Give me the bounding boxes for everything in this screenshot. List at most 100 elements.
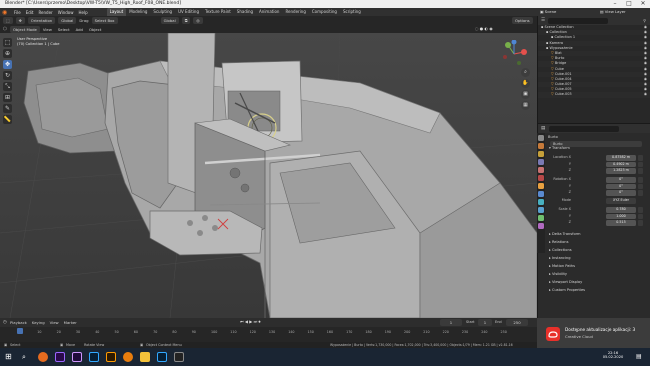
snap-icon[interactable]: ⧉ — [181, 17, 191, 24]
tab-rendering[interactable]: Rendering — [282, 8, 308, 16]
menu-file[interactable]: File — [14, 10, 21, 15]
after-effects-icon[interactable] — [72, 352, 82, 362]
outliner-editor-icon[interactable]: ☰ — [541, 18, 545, 23]
tab-scripting[interactable]: Scripting — [340, 8, 364, 16]
lock-icon[interactable] — [638, 213, 643, 219]
lock-icon[interactable] — [638, 190, 643, 196]
delta-transform-section[interactable]: ▸ Delta Transform — [549, 232, 581, 236]
view-layer-tab-icon[interactable] — [538, 159, 544, 165]
illustrator-icon[interactable] — [106, 352, 116, 362]
timeline-editor-icon[interactable]: ◷ — [3, 320, 7, 325]
view-layer-selector[interactable]: ▤ View Layer — [600, 9, 626, 14]
modifiers-tab-icon[interactable] — [538, 191, 544, 197]
windows-start-icon[interactable]: ⊞ — [5, 352, 15, 362]
tab-sculpting[interactable]: Sculpting — [150, 8, 175, 16]
collections-section[interactable]: ▸ Collections — [549, 248, 572, 252]
outliner-row[interactable]: ▽ Cube.003 ◉ — [538, 92, 650, 98]
viewport-display-section[interactable]: ▸ Viewport Display — [549, 280, 582, 284]
measure-tool-icon[interactable]: 📏 — [3, 115, 12, 124]
close-button[interactable]: ✕ — [636, 0, 650, 8]
rotation-x-field[interactable]: 0° — [606, 177, 636, 183]
lock-icon[interactable] — [638, 220, 643, 226]
camera-icon[interactable]: ▣ — [521, 90, 530, 99]
scale-y-field[interactable]: 1.000 — [606, 213, 636, 219]
visibility-section[interactable]: ▸ Visibility — [549, 272, 567, 276]
menu-edit[interactable]: Edit — [26, 10, 34, 15]
tab-modeling[interactable]: Modeling — [126, 8, 150, 16]
playback-controls[interactable]: ⏮ ◀ ▶ ⏭ ⏺ — [240, 319, 260, 324]
start-frame-field[interactable]: 1 — [478, 319, 492, 326]
minimize-button[interactable]: – — [608, 0, 622, 8]
visibility-eye-icon[interactable]: ◉ — [644, 92, 647, 97]
perspective-grid-icon[interactable]: ▦ — [521, 101, 530, 110]
lock-icon[interactable] — [638, 155, 643, 161]
menu-marker[interactable]: Marker — [64, 320, 77, 325]
material-tab-icon[interactable] — [538, 223, 544, 229]
options-dropdown[interactable]: Options — [512, 17, 533, 24]
zoom-icon[interactable]: ⌕ — [521, 68, 530, 77]
orientation-global-dropdown[interactable]: Global — [58, 17, 77, 24]
maximize-button[interactable]: □ — [622, 0, 636, 8]
rotation-mode-dropdown[interactable]: XYZ Euler — [606, 198, 636, 204]
tab-layout[interactable]: Layout — [106, 8, 127, 16]
current-frame-field[interactable]: 1 — [440, 319, 462, 326]
blender-icon[interactable] — [123, 352, 133, 362]
proportional-edit-icon[interactable]: ◎ — [193, 17, 203, 24]
rotation-z-field[interactable]: 0° — [606, 190, 636, 196]
relations-section[interactable]: ▸ Relations — [549, 240, 568, 244]
photoshop-alt-icon[interactable] — [157, 352, 167, 362]
lock-icon[interactable] — [638, 161, 643, 167]
physics-tab-icon[interactable] — [538, 207, 544, 213]
scene-selector[interactable]: ▣ Scene — [540, 9, 556, 14]
scene-tab-icon[interactable] — [538, 167, 544, 173]
menu-object[interactable]: Object — [89, 27, 101, 32]
navigation-gizmo-icon[interactable] — [500, 40, 528, 68]
scale-x-field[interactable]: 0.780 — [606, 207, 636, 213]
move-tool-icon[interactable]: ✥ — [3, 60, 12, 69]
motion-paths-section[interactable]: ▸ Motion Paths — [549, 264, 575, 268]
photoshop-icon[interactable] — [89, 352, 99, 362]
playhead[interactable] — [17, 328, 23, 334]
tool-tab-icon[interactable] — [538, 135, 544, 141]
particles-tab-icon[interactable] — [538, 199, 544, 205]
menu-help[interactable]: Help — [78, 10, 87, 15]
object-mode-dropdown[interactable]: Object Mode — [9, 25, 40, 33]
premiere-icon[interactable] — [55, 352, 65, 362]
rotate-tool-icon[interactable]: ↻ — [3, 71, 12, 80]
location-y-field[interactable]: 0.4902 m — [606, 161, 636, 167]
notifications-icon[interactable]: ▤ — [636, 353, 644, 361]
menu-window[interactable]: Window — [58, 10, 74, 15]
viewport-shading-buttons[interactable]: ◌ ● ◐ ◉ — [475, 26, 493, 31]
annotate-tool-icon[interactable]: ✎ — [3, 104, 12, 113]
tab-compositing[interactable]: Compositing — [309, 8, 340, 16]
taskbar-clock[interactable]: 22:16 05.02.2020 — [598, 351, 628, 359]
tab-shading[interactable]: Shading — [234, 8, 256, 16]
pan-hand-icon[interactable]: ✋ — [521, 79, 530, 88]
world-tab-icon[interactable] — [538, 175, 544, 181]
tab-texture-paint[interactable]: Texture Paint — [202, 8, 234, 16]
object-tab-icon[interactable] — [538, 183, 544, 189]
file-explorer-icon[interactable] — [140, 352, 150, 362]
menu-timeline-view[interactable]: View — [50, 320, 59, 325]
location-x-field[interactable]: 0.87582 m — [606, 155, 636, 161]
menu-add[interactable]: Add — [76, 27, 83, 32]
constraints-tab-icon[interactable] — [538, 215, 544, 221]
location-z-field[interactable]: 1.2823 m — [606, 168, 636, 174]
scale-z-field[interactable]: 0.515 — [606, 220, 636, 226]
firefox-icon[interactable] — [38, 352, 48, 362]
cursor-tool-icon[interactable]: ⊕ — [3, 49, 12, 58]
properties-search-input[interactable] — [549, 125, 620, 132]
render-tab-icon[interactable] — [538, 143, 544, 149]
blender-logo-icon[interactable]: ◉ — [2, 9, 12, 16]
search-icon[interactable]: ⌕ — [22, 352, 32, 362]
tab-uv-editing[interactable]: UV Editing — [175, 8, 202, 16]
3d-viewport[interactable] — [0, 33, 537, 318]
lock-icon[interactable] — [638, 183, 643, 189]
output-tab-icon[interactable] — [538, 151, 544, 157]
drag-select-dropdown[interactable]: Select Box — [91, 17, 118, 24]
select-mode-icon[interactable]: ⬚ — [3, 17, 13, 24]
end-frame-field[interactable]: 250 — [506, 319, 528, 326]
menu-view[interactable]: View — [43, 27, 52, 32]
pivot-global-dropdown[interactable]: Global — [160, 17, 179, 24]
custom-properties-section[interactable]: ▸ Custom Properties — [549, 288, 585, 292]
